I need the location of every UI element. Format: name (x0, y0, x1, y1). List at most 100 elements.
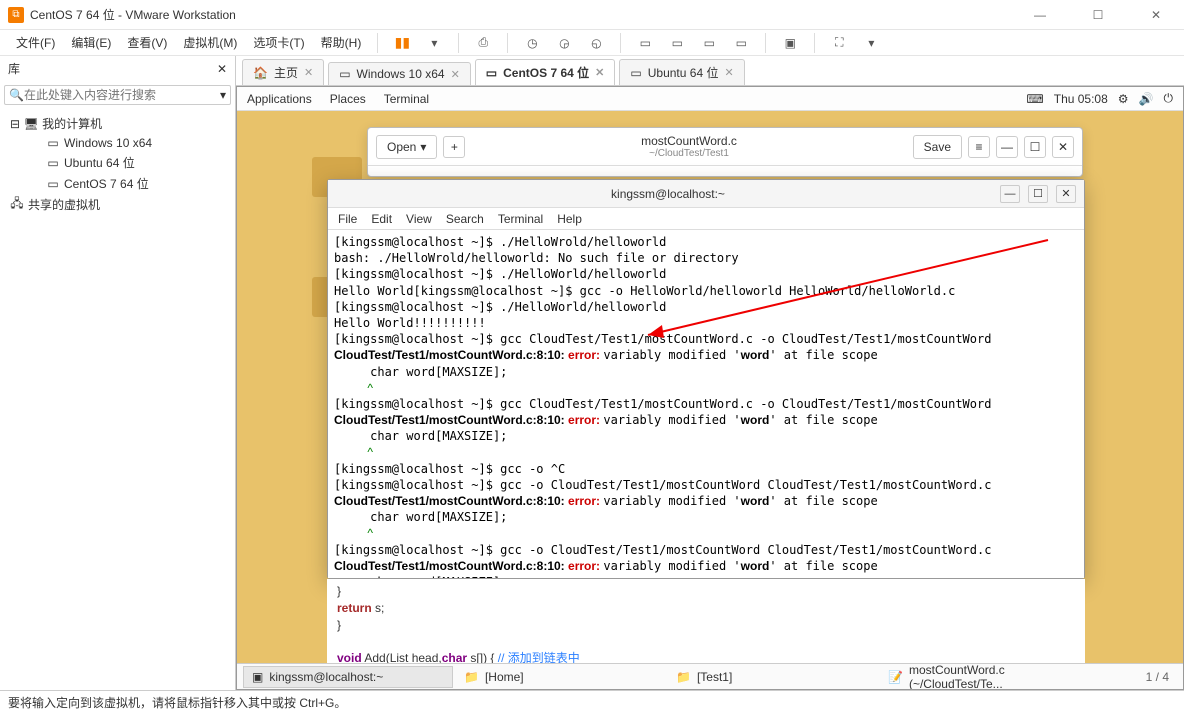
terminal-menu[interactable]: Terminal (384, 92, 429, 106)
term-menu-terminal[interactable]: Terminal (498, 212, 543, 226)
home-icon: 🏠 (253, 66, 268, 80)
gedit-maximize[interactable]: ☐ (1024, 136, 1046, 158)
menu-view[interactable]: 查看(V) (121, 31, 173, 54)
gedit-close[interactable]: ✕ (1052, 136, 1074, 158)
library-close-icon[interactable]: ✕ (217, 62, 227, 76)
clock[interactable]: Thu 05:08 (1054, 92, 1108, 106)
send-keys-icon[interactable]: ⎙ (469, 31, 497, 55)
gnome-taskbar: ▣ kingssm@localhost:~ 📁 [Home] 📁 [Test1]… (237, 663, 1183, 689)
task-terminal[interactable]: ▣ kingssm@localhost:~ (243, 666, 453, 688)
tree-vm-win10[interactable]: ▭ Windows 10 x64 (2, 134, 233, 152)
revert-icon[interactable]: ◶ (550, 31, 578, 55)
close-icon[interactable]: ✕ (304, 66, 313, 79)
tab-win10[interactable]: ▭ Windows 10 x64 ✕ (328, 62, 471, 85)
gedit-path: ~/CloudTest/Test1 (465, 148, 912, 159)
terminal-menubar: File Edit View Search Terminal Help (328, 208, 1084, 230)
gedit-window[interactable]: Open▾ + mostCountWord.c ~/CloudTest/Test… (367, 127, 1083, 177)
search-dropdown-icon[interactable]: ▾ (220, 88, 226, 102)
gedit-new-icon[interactable]: + (443, 136, 465, 158)
menu-vm[interactable]: 虚拟机(M) (177, 31, 243, 54)
close-icon[interactable]: ✕ (595, 66, 604, 79)
menu-tabs[interactable]: 选项卡(T) (247, 31, 310, 54)
term-maximize[interactable]: ☐ (1028, 185, 1048, 203)
task-home[interactable]: 📁 [Home] (455, 666, 665, 688)
vm-tab-icon: ▭ (339, 67, 350, 81)
vmware-icon: ⧉ (8, 7, 24, 23)
gedit-source[interactable]: } return s; } void Add(List head,char s[… (327, 579, 1085, 671)
console-icon[interactable]: ▣ (776, 31, 804, 55)
menu-file[interactable]: 文件(F) (10, 31, 61, 54)
manage-snapshot-icon[interactable]: ◵ (582, 31, 610, 55)
files-task-icon: 📁 (464, 670, 479, 684)
vm-tabs: 🏠 主页 ✕ ▭ Windows 10 x64 ✕ ▭ CentOS 7 64 … (236, 56, 1184, 86)
search-icon: 🔍 (9, 88, 24, 102)
tree-vm-centos[interactable]: ▭ CentOS 7 64 位 (2, 173, 233, 194)
terminal-task-icon: ▣ (252, 670, 263, 684)
gedit-open-button[interactable]: Open▾ (376, 135, 437, 159)
gedit-menu-icon[interactable]: ≡ (968, 136, 990, 158)
term-menu-search[interactable]: Search (446, 212, 484, 226)
close-icon[interactable]: ✕ (724, 66, 733, 79)
terminal-window[interactable]: kingssm@localhost:~ — ☐ ✕ File Edit View… (327, 179, 1085, 579)
vm-icon: ▭ (46, 177, 60, 191)
term-menu-edit[interactable]: Edit (371, 212, 392, 226)
status-text: 要将输入定向到该虚拟机，请将鼠标指针移入其中或按 Ctrl+G。 (8, 694, 346, 711)
statusbar: 要将输入定向到该虚拟机，请将鼠标指针移入其中或按 Ctrl+G。 (0, 690, 1184, 714)
maximize-button[interactable]: ☐ (1078, 3, 1118, 27)
window-titlebar: ⧉ CentOS 7 64 位 - VMware Workstation — ☐… (0, 0, 1184, 30)
term-menu-help[interactable]: Help (557, 212, 582, 226)
term-close[interactable]: ✕ (1056, 185, 1076, 203)
tab-home[interactable]: 🏠 主页 ✕ (242, 59, 324, 85)
stretch-icon[interactable]: ⛶ (825, 31, 853, 55)
term-menu-file[interactable]: File (338, 212, 357, 226)
task-gedit[interactable]: 📝 mostCountWord.c (~/CloudTest/Te... (879, 659, 1089, 691)
menu-edit[interactable]: 编辑(E) (65, 31, 117, 54)
gedit-save-button[interactable]: Save (913, 135, 962, 159)
tree-vm-ubuntu[interactable]: ▭ Ubuntu 64 位 (2, 152, 233, 173)
view-single-icon[interactable]: ▭ (631, 31, 659, 55)
library-sidebar: 库 ✕ 🔍 ▾ ⊟🖥 我的计算机 ▭ Windows 10 x64 ▭ Ubun… (0, 56, 236, 690)
tree-my-computer[interactable]: ⊟🖥 我的计算机 (2, 113, 233, 134)
view-quick-icon[interactable]: ▭ (663, 31, 691, 55)
places-menu[interactable]: Places (330, 92, 366, 106)
applications-menu[interactable]: Applications (247, 92, 312, 106)
power-icon[interactable]: ⏻ (1164, 91, 1174, 106)
library-tree: ⊟🖥 我的计算机 ▭ Windows 10 x64 ▭ Ubuntu 64 位 … (0, 109, 235, 219)
menu-help[interactable]: 帮助(H) (315, 31, 368, 54)
snapshot-icon[interactable]: ◷ (518, 31, 546, 55)
vm-icon: ▭ (46, 156, 60, 170)
minimize-button[interactable]: — (1020, 3, 1060, 27)
volume-icon[interactable]: 🔊 (1139, 92, 1154, 106)
vm-display[interactable]: Applications Places Terminal ⌨ Thu 05:08… (236, 86, 1184, 690)
view-full-icon[interactable]: ▭ (727, 31, 755, 55)
close-icon[interactable]: ✕ (451, 68, 460, 81)
menubar: 文件(F) 编辑(E) 查看(V) 虚拟机(M) 选项卡(T) 帮助(H) ▮▮… (0, 30, 1184, 56)
window-title: CentOS 7 64 位 - VMware Workstation (30, 6, 1020, 23)
search-input[interactable] (24, 88, 220, 102)
vm-icon: ▭ (46, 136, 60, 150)
tab-ubuntu[interactable]: ▭ Ubuntu 64 位 ✕ (619, 59, 744, 85)
library-search[interactable]: 🔍 ▾ (4, 85, 231, 105)
input-icon[interactable]: ⌨ (1026, 92, 1043, 106)
workspace-indicator[interactable]: 1 / 4 (1138, 670, 1177, 684)
tab-centos[interactable]: ▭ CentOS 7 64 位 ✕ (475, 59, 616, 85)
gnome-top-bar: Applications Places Terminal ⌨ Thu 05:08… (237, 87, 1183, 111)
gedit-task-icon: 📝 (888, 670, 903, 684)
tree-shared-vms[interactable]: 🖧 共享的虚拟机 (2, 194, 233, 215)
pause-button[interactable]: ▮▮ (388, 31, 416, 55)
dropdown-icon[interactable]: ▾ (420, 31, 448, 55)
files-task-icon: 📁 (676, 670, 691, 684)
computer-icon: 🖥 (24, 117, 38, 131)
term-minimize[interactable]: — (1000, 185, 1020, 203)
task-test1[interactable]: 📁 [Test1] (667, 666, 877, 688)
term-menu-view[interactable]: View (406, 212, 432, 226)
library-title: 库 (8, 60, 20, 77)
dropdown2-icon[interactable]: ▾ (857, 31, 885, 55)
terminal-output[interactable]: [kingssm@localhost ~]$ ./HelloWrold/hell… (328, 230, 1084, 578)
vm-tab-icon: ▭ (630, 66, 641, 80)
network-icon[interactable]: ⚙ (1118, 92, 1129, 106)
vm-tab-icon: ▭ (486, 66, 497, 80)
gedit-minimize[interactable]: — (996, 136, 1018, 158)
view-unity-icon[interactable]: ▭ (695, 31, 723, 55)
close-button[interactable]: ✕ (1136, 3, 1176, 27)
